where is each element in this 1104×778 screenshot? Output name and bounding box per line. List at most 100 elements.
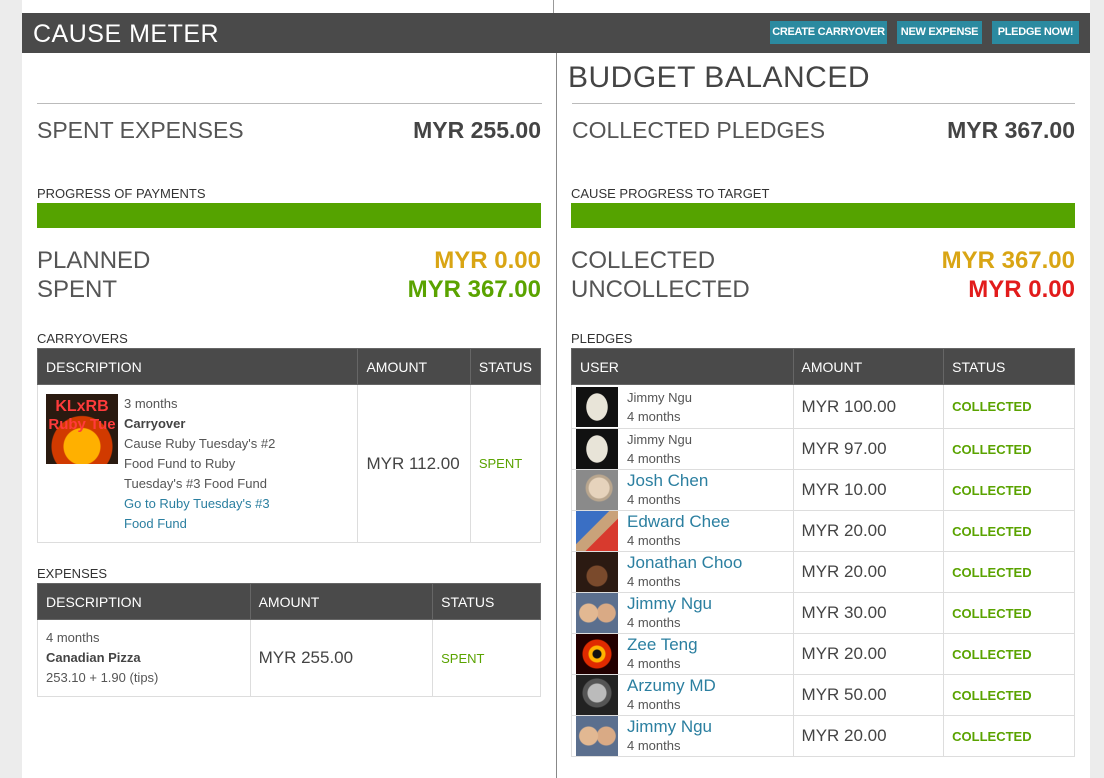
pledge-user-name: Jimmy Ngu [627, 432, 693, 447]
spent-expenses-label: SPENT EXPENSES [37, 117, 244, 143]
pledge-age: 4 months [627, 533, 681, 548]
pledge-user-name[interactable]: Jimmy Ngu [627, 717, 712, 737]
user-avatar[interactable] [576, 552, 618, 592]
cause-meter-panel: CAUSE METER CREATE CARRYOVER NEW EXPENSE… [22, 0, 1090, 778]
expense-title: Canadian Pizza [46, 650, 141, 665]
carryover-title: Carryover [124, 415, 186, 431]
pledge-status: COLLECTED [943, 384, 1075, 429]
table-row: Jimmy Ngu 4 months MYR 97.00 COLLECTED [571, 428, 1075, 470]
pledge-user-name[interactable]: Jonathan Choo [627, 553, 742, 573]
pledge-status: COLLECTED [943, 592, 1075, 634]
page-title: CAUSE METER [33, 20, 220, 48]
pledge-age: 4 months [627, 697, 681, 712]
carry-col-status: STATUS [469, 348, 542, 385]
top-divider [553, 0, 554, 13]
expense-age: 4 months [46, 630, 100, 645]
top-strip [22, 0, 1090, 13]
thumbnail-text-line2: Ruby Tue [48, 415, 116, 433]
pledge-now-button[interactable]: PLEDGE NOW! [992, 21, 1079, 44]
pledge-age: 4 months [627, 656, 681, 671]
pledge-user-name[interactable]: Zee Teng [627, 635, 698, 655]
table-row: Jimmy Ngu 4 months MYR 20.00 COLLECTED [571, 715, 1075, 757]
progress-of-payments-label: PROGRESS OF PAYMENTS [37, 186, 206, 201]
pledge-user-name[interactable]: Jimmy Ngu [627, 594, 712, 614]
pledge-amount: MYR 10.00 [792, 469, 945, 511]
pledge-status: COLLECTED [943, 510, 1075, 552]
pledge-status: COLLECTED [943, 674, 1075, 716]
exp-col-description: DESCRIPTION [37, 583, 251, 620]
carryovers-table: DESCRIPTION AMOUNT STATUS KLxRB Ruby Tue… [36, 348, 542, 543]
carry-col-description: DESCRIPTION [36, 348, 359, 385]
pledge-user-name[interactable]: Edward Chee [627, 512, 730, 532]
pledge-user-name[interactable]: Josh Chen [627, 471, 708, 491]
uncollected-label: UNCOLLECTED [571, 276, 750, 303]
pledge-col-user: USER [571, 348, 794, 385]
pledge-amount: MYR 20.00 [792, 510, 945, 552]
planned-value: MYR 0.00 [434, 247, 541, 274]
carryover-age: 3 months [124, 395, 178, 411]
pledge-col-status: STATUS [943, 348, 1075, 385]
carryover-status: SPENT [469, 384, 542, 543]
pledge-status: COLLECTED [943, 428, 1075, 470]
user-avatar[interactable] [576, 386, 618, 427]
table-row: Zee Teng 4 months MYR 20.00 COLLECTED [571, 633, 1075, 675]
expense-amount: MYR 255.00 [249, 619, 434, 697]
user-avatar[interactable] [576, 429, 618, 469]
exp-col-status: STATUS [432, 583, 541, 620]
pledge-age: 4 months [627, 451, 681, 466]
pledge-amount: MYR 30.00 [792, 592, 945, 634]
carryover-amount: MYR 112.00 [357, 384, 471, 543]
pledges-label: PLEDGES [571, 331, 633, 346]
pledge-amount: MYR 20.00 [792, 715, 945, 757]
pledge-user-name[interactable]: Arzumy MD [627, 676, 716, 696]
pledge-status: COLLECTED [943, 715, 1075, 757]
pledge-amount: MYR 100.00 [792, 384, 945, 429]
carryover-link[interactable]: Go to Ruby Tuesday's #3 Food Fund [124, 494, 294, 534]
carry-col-amount: AMOUNT [357, 348, 471, 385]
user-avatar[interactable] [576, 675, 618, 715]
left-rule [37, 103, 542, 104]
table-row: 4 months Canadian Pizza 253.10 + 1.90 (t… [37, 619, 541, 697]
pledge-status: COLLECTED [943, 551, 1075, 593]
table-row: Jimmy Ngu 4 months MYR 30.00 COLLECTED [571, 592, 1075, 634]
pledge-amount: MYR 20.00 [792, 551, 945, 593]
user-avatar[interactable] [576, 634, 618, 674]
uncollected-value: MYR 0.00 [968, 276, 1075, 303]
thumbnail-text-line1: KLxRB [55, 397, 109, 415]
expenses-label: EXPENSES [37, 566, 108, 581]
table-row: KLxRB Ruby Tue 3 months Carryover Cause … [36, 384, 542, 543]
create-carryover-button[interactable]: CREATE CARRYOVER [770, 21, 887, 44]
collected-value: MYR 367.00 [941, 247, 1075, 274]
budget-status: BUDGET BALANCED [568, 61, 871, 94]
table-row: Arzumy MD 4 months MYR 50.00 COLLECTED [571, 674, 1075, 716]
pledge-status: COLLECTED [943, 469, 1075, 511]
expense-detail: 253.10 + 1.90 (tips) [46, 670, 159, 685]
cause-progress-bar [571, 203, 1075, 228]
pledge-amount: MYR 97.00 [792, 428, 945, 470]
carryover-description: Cause Ruby Tuesday's #2 Food Fund to Rub… [124, 435, 276, 491]
pledge-amount: MYR 50.00 [792, 674, 945, 716]
user-avatar[interactable] [576, 470, 618, 510]
collected-pledges-label: COLLECTED PLEDGES [572, 117, 826, 143]
table-row: Jimmy Ngu 4 months MYR 100.00 COLLECTED [571, 384, 1075, 429]
user-avatar[interactable] [576, 716, 618, 756]
pledge-age: 4 months [627, 738, 681, 753]
expense-status: SPENT [432, 619, 541, 697]
pledge-age: 4 months [627, 492, 681, 507]
user-avatar[interactable] [576, 511, 618, 551]
spent-label: SPENT [37, 276, 118, 303]
pledge-col-amount: AMOUNT [792, 348, 945, 385]
carryover-thumbnail: KLxRB Ruby Tue [46, 393, 118, 464]
spent-value: MYR 367.00 [407, 276, 541, 303]
expenses-table: DESCRIPTION AMOUNT STATUS 4 months Canad… [37, 583, 541, 697]
pledges-table: USER AMOUNT STATUS Jimmy Ngu 4 months MYR … [571, 348, 1075, 757]
new-expense-button[interactable]: NEW EXPENSE [897, 21, 982, 44]
carryovers-label: CARRYOVERS [37, 331, 128, 346]
pledge-age: 4 months [627, 408, 681, 424]
planned-label: PLANNED [37, 247, 151, 274]
collected-label: COLLECTED [571, 247, 716, 274]
user-avatar[interactable] [576, 593, 618, 633]
table-row: Edward Chee 4 months MYR 20.00 COLLECTED [571, 510, 1075, 552]
pledge-amount: MYR 20.00 [792, 633, 945, 675]
collected-pledges-value: MYR 367.00 [947, 117, 1075, 143]
